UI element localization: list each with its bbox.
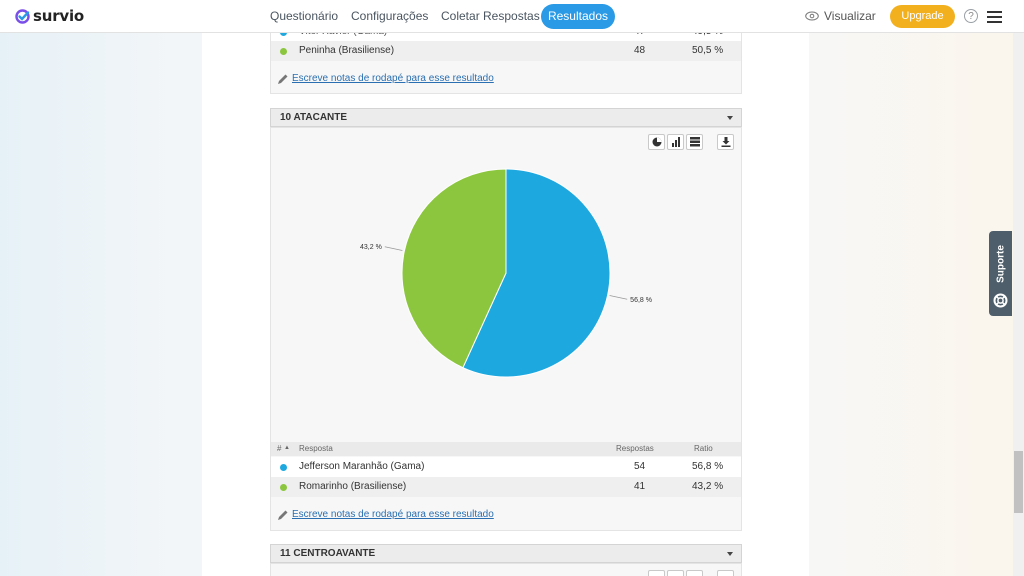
pie-data-label: 43,2 % [360, 244, 382, 251]
table-view-button[interactable] [686, 570, 703, 576]
table-header: # ▲ Resposta Respostas Ratio [271, 442, 741, 456]
pie-leader-line [609, 295, 628, 300]
pie-chart-icon [652, 137, 662, 147]
support-label: Suporte [995, 245, 1007, 283]
download-icon [721, 137, 731, 147]
chevron-down-icon [727, 116, 733, 120]
help-icon[interactable]: ? [964, 9, 978, 23]
nav-coletar-respostas[interactable]: Coletar Respostas [441, 4, 540, 29]
nav-questionario[interactable]: Questionário [270, 4, 338, 29]
next-section-header[interactable]: 11 CENTROAVANTE [270, 544, 742, 563]
bar-chart-button[interactable] [667, 570, 684, 576]
preview-button[interactable]: Visualizar [805, 9, 876, 23]
preview-label: Visualizar [824, 9, 876, 23]
eye-icon [805, 11, 819, 21]
pie-chart-button[interactable] [648, 134, 665, 150]
legend-dot [280, 48, 287, 55]
footnote-link[interactable]: Escreve notas de rodapé para esse result… [292, 509, 494, 520]
legend-dot [280, 464, 287, 471]
bar-chart-icon [672, 137, 680, 147]
brand-name: survio [33, 7, 85, 25]
nav-resultados[interactable]: Resultados [541, 4, 615, 29]
upgrade-button[interactable]: Upgrade [890, 5, 955, 28]
pencil-icon [278, 74, 288, 84]
prev-row-2-count: 48 [634, 45, 646, 56]
survio-check-icon [15, 8, 30, 24]
col-ratio[interactable]: Ratio [694, 444, 713, 453]
table-row: Jefferson Maranhão (Gama) 54 56,8 % [271, 457, 741, 477]
scrollbar-thumb[interactable] [1014, 451, 1023, 513]
download-button[interactable] [717, 570, 734, 576]
section-header[interactable]: 10 ATACANTE [270, 108, 742, 127]
pie-chart-button[interactable] [648, 570, 665, 576]
col-answer[interactable]: Resposta [299, 444, 333, 453]
footnote-link[interactable]: Escreve notas de rodapé para esse result… [292, 73, 494, 84]
hamburger-menu-icon[interactable] [987, 11, 1002, 26]
top-bar: survio Questionário Configurações Coleta… [0, 0, 1024, 33]
pencil-icon [278, 510, 288, 520]
chevron-down-icon [727, 552, 733, 556]
row-2-count: 41 [634, 481, 646, 492]
prev-row-2-label: Peninha (Brasiliense) [299, 45, 395, 56]
pie-data-label: 56,8 % [630, 297, 652, 304]
next-section-title: 11 CENTROAVANTE [280, 548, 376, 559]
bar-chart-button[interactable] [667, 134, 684, 150]
row-1-count: 54 [634, 461, 646, 472]
row-1-label: Jefferson Maranhão (Gama) [299, 461, 425, 472]
pie-chart: 56,8 % 43,2 % [360, 168, 652, 378]
row-1-ratio: 56,8 % [692, 461, 724, 472]
survio-logo[interactable]: survio [15, 7, 84, 25]
table-view-button[interactable] [686, 134, 703, 150]
lifebuoy-icon [993, 293, 1008, 308]
col-responses[interactable]: Respostas [616, 444, 654, 453]
col-number[interactable]: # [277, 444, 281, 453]
table-row: Romarinho (Brasiliense) 41 43,2 % [271, 477, 741, 497]
download-button[interactable] [717, 134, 734, 150]
legend-dot [280, 484, 287, 491]
nav-configuracoes[interactable]: Configurações [351, 4, 428, 29]
table-icon [690, 137, 700, 147]
pie-leader-line [384, 246, 403, 251]
row-2-ratio: 43,2 % [692, 481, 724, 492]
sort-up-icon[interactable]: ▲ [284, 445, 290, 451]
row-2-label: Romarinho (Brasiliense) [299, 481, 407, 492]
section-title: 10 ATACANTE [280, 112, 348, 123]
prev-row-2-ratio: 50,5 % [692, 45, 724, 56]
